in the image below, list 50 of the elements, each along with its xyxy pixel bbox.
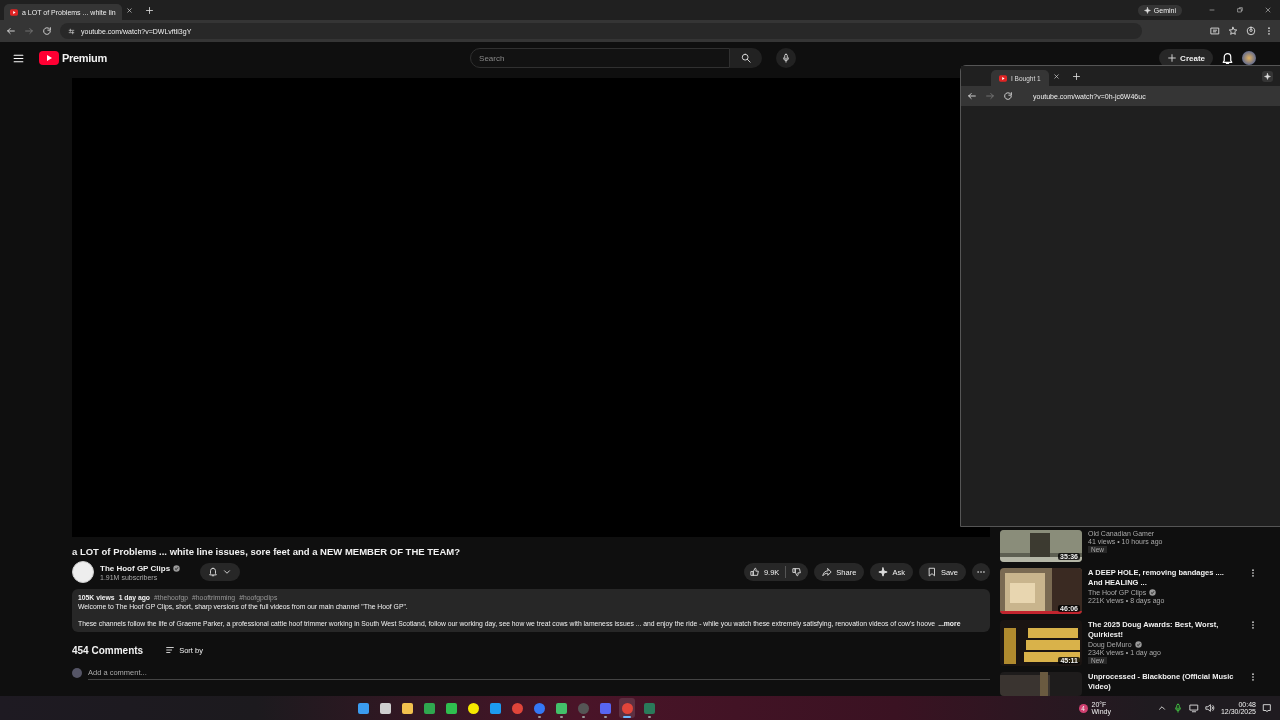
new-tab-icon[interactable] — [144, 5, 154, 15]
bookmark-icon — [926, 567, 937, 577]
close-tab-icon[interactable] — [125, 6, 133, 14]
user-avatar — [72, 668, 82, 678]
sort-icon — [165, 645, 176, 655]
close-tab-icon[interactable] — [1052, 72, 1060, 80]
video-favicon-icon — [10, 8, 18, 16]
chevron-up-icon[interactable] — [1156, 703, 1167, 713]
search-icon — [741, 53, 752, 63]
thumbs-up-icon — [749, 567, 760, 577]
restore-icon[interactable] — [1236, 6, 1244, 14]
taskbar-app-icon[interactable] — [619, 698, 636, 718]
video-title: a LOT of Problems ... white line issues, sore feet and a NEW MEMBER OF THE TEAM? — [72, 546, 461, 557]
close-icon[interactable] — [1264, 6, 1272, 14]
new-tab-icon[interactable] — [1071, 71, 1081, 81]
back-icon[interactable] — [6, 26, 16, 36]
monitor-icon[interactable] — [1188, 703, 1199, 713]
plus-icon — [1167, 53, 1178, 63]
notification-icon[interactable] — [1262, 703, 1272, 713]
profile-icon[interactable] — [1246, 26, 1256, 36]
back-icon[interactable] — [967, 91, 977, 101]
reload-icon[interactable] — [1003, 91, 1013, 101]
microphone-button[interactable] — [776, 48, 797, 68]
chevron-down-icon — [222, 567, 233, 577]
microphone-icon[interactable] — [1172, 703, 1183, 713]
search-field[interactable]: Search — [470, 48, 731, 68]
bell-icon — [208, 567, 219, 577]
microphone-icon — [781, 53, 792, 63]
search-button[interactable] — [730, 48, 763, 68]
notification-bell-icon[interactable] — [1221, 51, 1234, 65]
description-panel[interactable] — [72, 589, 990, 632]
gemini-button[interactable] — [1262, 70, 1273, 82]
video-favicon-icon — [999, 74, 1007, 82]
notification-button[interactable] — [200, 563, 241, 581]
user-avatar[interactable] — [1242, 51, 1256, 65]
bookmark-star-icon[interactable] — [1228, 26, 1238, 36]
sparkle-icon — [878, 567, 889, 577]
channel-name[interactable]: The Hoof GP Clips — [100, 563, 171, 573]
install-icon[interactable] — [1210, 26, 1220, 36]
reload-icon[interactable] — [42, 26, 52, 36]
sparkle-icon — [1264, 72, 1271, 80]
thumbs-down-icon — [792, 567, 803, 577]
speaker-icon[interactable] — [1204, 703, 1215, 713]
site-settings-icon[interactable] — [68, 27, 75, 35]
sparkle-icon — [1143, 6, 1151, 14]
youtube-logo[interactable]: Premium — [39, 51, 107, 65]
comment-count: 454 Comments — [72, 644, 144, 656]
share-icon — [822, 567, 833, 577]
channel-avatar[interactable] — [72, 561, 94, 583]
more-actions-button[interactable] — [972, 563, 990, 581]
